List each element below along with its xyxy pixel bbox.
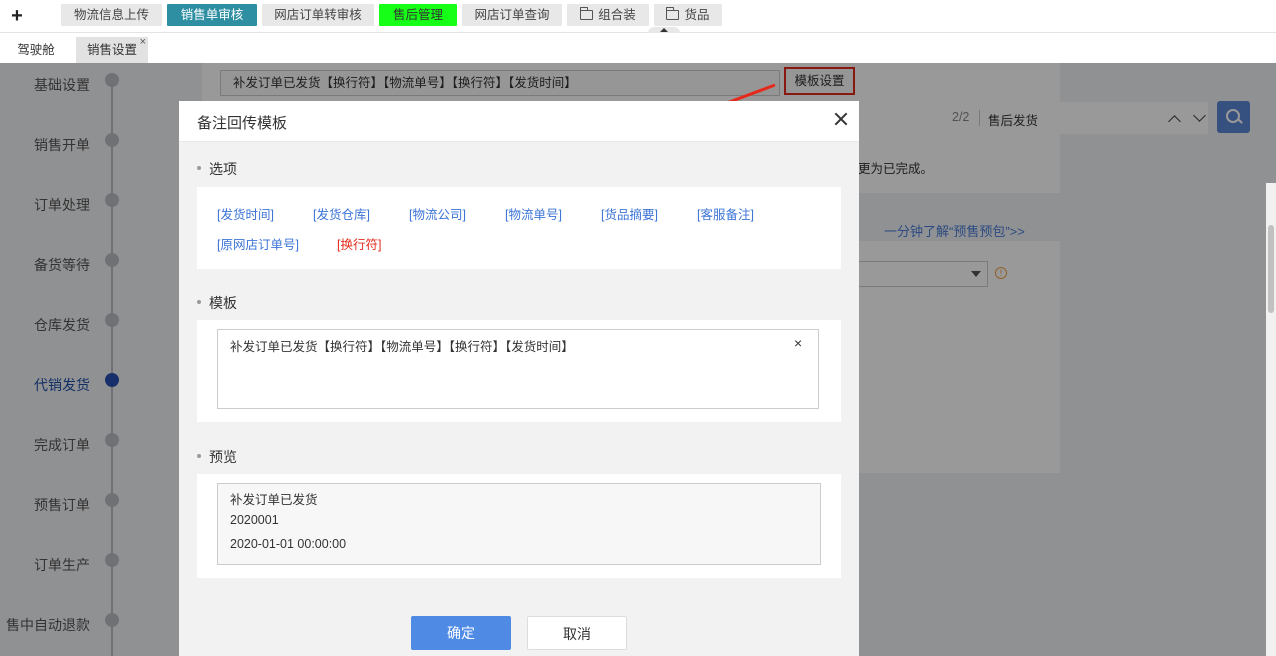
option-service-remark[interactable]: [客服备注] (697, 204, 754, 223)
folder-icon (579, 7, 594, 20)
confirm-button[interactable]: 确定 (411, 616, 511, 650)
option-original-order-number[interactable]: [原网店订单号] (217, 234, 299, 253)
template-editor[interactable]: 补发订单已发货【换行符】【物流单号】【换行符】【发货时间】 × (217, 329, 819, 409)
tab-online-order-review[interactable]: 网店订单转审核 (262, 4, 374, 26)
tab-goods-label: 货品 (684, 8, 710, 22)
preview-line: 补发订单已发货 (230, 493, 318, 507)
preview-line: 2020-01-01 00:00:00 (230, 537, 347, 551)
close-tab-icon[interactable]: × (140, 29, 146, 55)
preview-line: 2020001 (230, 513, 279, 527)
remark-template-dialog: 备注回传模板 选项 [发货时间] [发货仓库] [物流公司] [物流单号] [货… (179, 101, 859, 656)
template-editor-text: 补发订单已发货【换行符】【物流单号】【换行符】【发货时间】 (230, 340, 574, 354)
tab-cockpit[interactable]: 驾驶舱 (4, 37, 68, 63)
page-tabs: 驾驶舱 销售设置 × (0, 33, 1276, 63)
options-heading: 选项 (197, 161, 237, 177)
tab-sales-settings[interactable]: 销售设置 × (76, 36, 148, 63)
dialog-title: 备注回传模板 (197, 115, 288, 132)
template-heading: 模板 (197, 295, 237, 311)
tab-combo[interactable]: 组合装 (567, 4, 649, 26)
option-logistics-company[interactable]: [物流公司] (409, 204, 466, 223)
option-ship-time[interactable]: [发货时间] (217, 204, 274, 223)
preview-panel: 补发订单已发货 2020001 2020-01-01 00:00:00 (197, 474, 841, 578)
preview-heading: 预览 (197, 449, 237, 465)
cancel-button[interactable]: 取消 (527, 616, 627, 650)
dialog-footer: 确定 取消 (179, 610, 859, 656)
template-panel: 补发订单已发货【换行符】【物流单号】【换行符】【发货时间】 × (197, 320, 841, 422)
tab-sales-settings-label: 销售设置 (86, 43, 137, 57)
folder-icon (666, 7, 680, 20)
close-icon[interactable] (833, 111, 849, 127)
scrollbar-thumb[interactable] (1268, 225, 1274, 313)
tab-combo-label: 组合装 (598, 8, 636, 22)
option-ship-warehouse[interactable]: [发货仓库] (313, 204, 370, 223)
tab-goods[interactable]: 货品 (654, 4, 722, 26)
preview-box: 补发订单已发货 2020001 2020-01-01 00:00:00 (217, 483, 821, 565)
tab-sales-order-review[interactable]: 销售单审核 (167, 4, 257, 26)
option-goods-summary[interactable]: [货品摘要] (601, 204, 658, 223)
tab-after-sales[interactable]: 售后管理 (379, 4, 457, 26)
option-line-break[interactable]: [换行符] (337, 234, 381, 253)
top-toolbar: + 物流信息上传 销售单审核 网店订单转审核 售后管理 网店订单查询 组合装 货… (0, 0, 1276, 33)
tab-logistics-upload[interactable]: 物流信息上传 (61, 4, 162, 26)
options-panel: [发货时间] [发货仓库] [物流公司] [物流单号] [货品摘要] [客服备注… (197, 187, 841, 269)
clear-template-icon[interactable]: × (794, 335, 802, 351)
add-tab-button[interactable]: + (8, 5, 26, 27)
dialog-header: 备注回传模板 (179, 101, 859, 142)
option-tracking-number[interactable]: [物流单号] (505, 204, 562, 223)
tab-online-order-query[interactable]: 网店订单查询 (462, 4, 562, 26)
